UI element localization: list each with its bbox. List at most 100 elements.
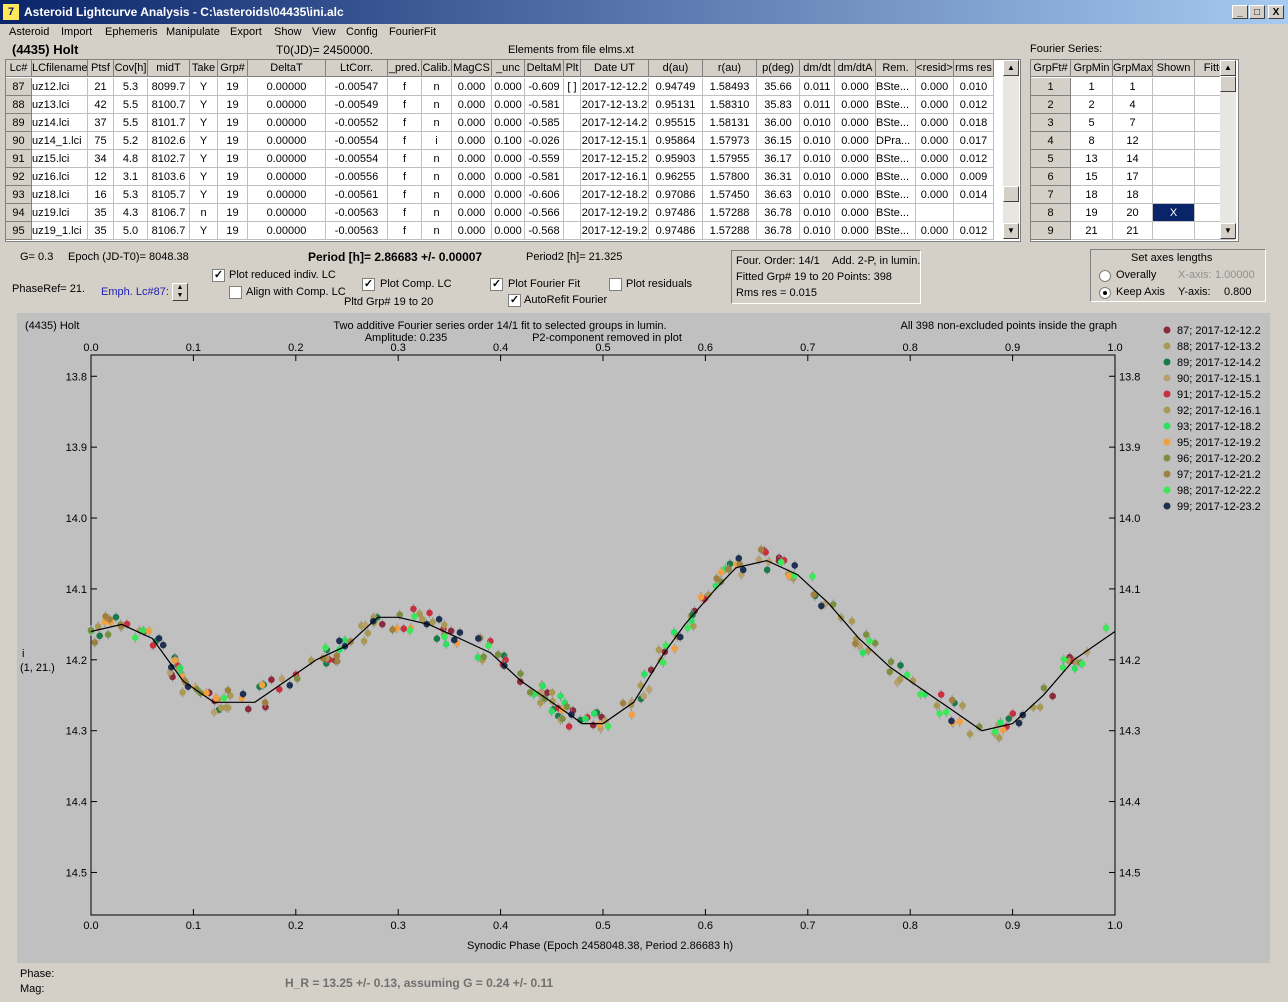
- table-cell[interactable]: -0.026: [525, 132, 564, 150]
- table-cell[interactable]: 2017-12-15.2: [581, 150, 649, 168]
- lc-col-header[interactable]: r(au): [703, 60, 757, 77]
- table-cell[interactable]: 0.000: [452, 204, 492, 222]
- table-cell[interactable]: 19: [218, 114, 248, 132]
- table-cell[interactable]: 75: [88, 132, 114, 150]
- table-cell[interactable]: BSte...: [876, 204, 916, 222]
- table-cell[interactable]: Y: [190, 114, 218, 132]
- table-cell[interactable]: 14: [1113, 150, 1153, 168]
- table-cell[interactable]: 0.96255: [649, 168, 703, 186]
- table-cell[interactable]: 0.97486: [649, 222, 703, 240]
- table-cell[interactable]: 18: [1071, 186, 1113, 204]
- table-cell[interactable]: 0.000: [835, 204, 876, 222]
- table-cell[interactable]: 19: [218, 168, 248, 186]
- lc-col-header[interactable]: Calib.: [422, 60, 452, 77]
- lc-col-header[interactable]: MagCS: [452, 60, 492, 77]
- fourier-row-header[interactable]: 1: [1031, 78, 1071, 96]
- table-cell[interactable]: n: [422, 168, 452, 186]
- table-cell[interactable]: BSte...: [876, 222, 916, 240]
- lc-col-header[interactable]: Ptsf: [88, 60, 114, 77]
- table-cell[interactable]: -0.581: [525, 168, 564, 186]
- plot-reduced-checkbox[interactable]: ✓: [212, 269, 225, 282]
- table-cell[interactable]: 0.00000: [248, 114, 326, 132]
- table-cell[interactable]: [564, 132, 581, 150]
- table-cell[interactable]: BSte...: [876, 114, 916, 132]
- table-cell[interactable]: 36.78: [757, 222, 800, 240]
- lc-col-header[interactable]: Take: [190, 60, 218, 77]
- table-cell[interactable]: 4: [1113, 96, 1153, 114]
- table-cell[interactable]: 2017-12-18.2: [581, 186, 649, 204]
- table-cell[interactable]: -0.566: [525, 204, 564, 222]
- maximize-button[interactable]: □: [1249, 5, 1265, 19]
- table-cell[interactable]: f: [388, 222, 422, 240]
- table-cell[interactable]: [564, 222, 581, 240]
- table-cell[interactable]: 5.5: [114, 114, 148, 132]
- lc-col-header[interactable]: Plt: [564, 60, 581, 77]
- lc-col-header[interactable]: DeltaM: [525, 60, 564, 77]
- lc-row-header[interactable]: 88: [6, 96, 32, 114]
- table-cell[interactable]: 0.010: [954, 78, 994, 96]
- overally-radio[interactable]: [1099, 270, 1111, 282]
- lc-col-header[interactable]: <resid>: [916, 60, 954, 77]
- plot-svg[interactable]: (4435) Holt Two additive Fourier series …: [17, 313, 1270, 963]
- table-cell[interactable]: 0.010: [800, 168, 835, 186]
- table-cell[interactable]: 8105.7: [148, 186, 190, 204]
- table-cell[interactable]: 1: [1113, 78, 1153, 96]
- table-cell[interactable]: 0.00000: [248, 204, 326, 222]
- scroll-up-icon[interactable]: ▲: [1003, 60, 1019, 76]
- table-cell[interactable]: 0.000: [452, 132, 492, 150]
- table-cell[interactable]: 2017-12-19.2: [581, 204, 649, 222]
- lightcurve-plot[interactable]: (4435) Holt Two additive Fourier series …: [17, 313, 1270, 963]
- plot-comp-checkbox[interactable]: ✓: [362, 278, 375, 291]
- table-cell[interactable]: 0.000: [492, 222, 525, 240]
- phaseref-value[interactable]: PhaseRef= 21.: [12, 283, 85, 295]
- table-cell[interactable]: X: [1153, 204, 1195, 222]
- table-cell[interactable]: 0.100: [492, 132, 525, 150]
- table-cell[interactable]: -0.00549: [326, 96, 388, 114]
- table-cell[interactable]: 0.000: [492, 168, 525, 186]
- fourier-table-scrollbar[interactable]: ▲ ▼: [1220, 60, 1236, 239]
- table-cell[interactable]: Y: [190, 150, 218, 168]
- table-cell[interactable]: 0.009: [954, 168, 994, 186]
- table-cell[interactable]: 0.000: [452, 186, 492, 204]
- table-cell[interactable]: 12: [88, 168, 114, 186]
- table-cell[interactable]: n: [422, 96, 452, 114]
- table-cell[interactable]: 5.0: [114, 222, 148, 240]
- table-cell[interactable]: 1.58310: [703, 96, 757, 114]
- fourier-series-table[interactable]: GrpFt#GrpMinGrpMaxShownFitte111T224T357T…: [1030, 59, 1239, 242]
- table-cell[interactable]: 2017-12-13.2: [581, 96, 649, 114]
- table-cell[interactable]: 13: [1071, 150, 1113, 168]
- table-cell[interactable]: [1153, 78, 1195, 96]
- table-cell[interactable]: uz19_1.lci: [32, 222, 88, 240]
- period2-value[interactable]: Period2 [h]= 21.325: [526, 251, 622, 263]
- table-cell[interactable]: 0.000: [835, 222, 876, 240]
- lc-row-header[interactable]: 95: [6, 222, 32, 240]
- table-cell[interactable]: 0.012: [954, 222, 994, 240]
- table-cell[interactable]: 0.010: [800, 114, 835, 132]
- table-cell[interactable]: 1.58131: [703, 114, 757, 132]
- table-cell[interactable]: n: [422, 222, 452, 240]
- table-cell[interactable]: 20: [1113, 204, 1153, 222]
- table-cell[interactable]: 0.000: [492, 150, 525, 168]
- table-cell[interactable]: n: [422, 204, 452, 222]
- table-cell[interactable]: 42: [88, 96, 114, 114]
- table-cell[interactable]: Y: [190, 96, 218, 114]
- table-cell[interactable]: 0.000: [916, 222, 954, 240]
- table-cell[interactable]: [564, 114, 581, 132]
- table-cell[interactable]: 0.000: [452, 96, 492, 114]
- fourier-row-header[interactable]: 4: [1031, 132, 1071, 150]
- table-cell[interactable]: f: [388, 114, 422, 132]
- table-cell[interactable]: 0.011: [800, 78, 835, 96]
- table-cell[interactable]: [954, 204, 994, 222]
- menu-export[interactable]: Export: [230, 26, 262, 38]
- table-cell[interactable]: 5.3: [114, 186, 148, 204]
- table-cell[interactable]: 0.00000: [248, 222, 326, 240]
- table-cell[interactable]: 2017-12-12.2: [581, 78, 649, 96]
- table-cell[interactable]: uz16.lci: [32, 168, 88, 186]
- table-cell[interactable]: -0.00563: [326, 204, 388, 222]
- table-cell[interactable]: uz14.lci: [32, 114, 88, 132]
- table-cell[interactable]: 0.000: [452, 114, 492, 132]
- table-cell[interactable]: -0.00552: [326, 114, 388, 132]
- table-cell[interactable]: 0.00000: [248, 168, 326, 186]
- table-cell[interactable]: BSte...: [876, 168, 916, 186]
- table-cell[interactable]: 0.00000: [248, 96, 326, 114]
